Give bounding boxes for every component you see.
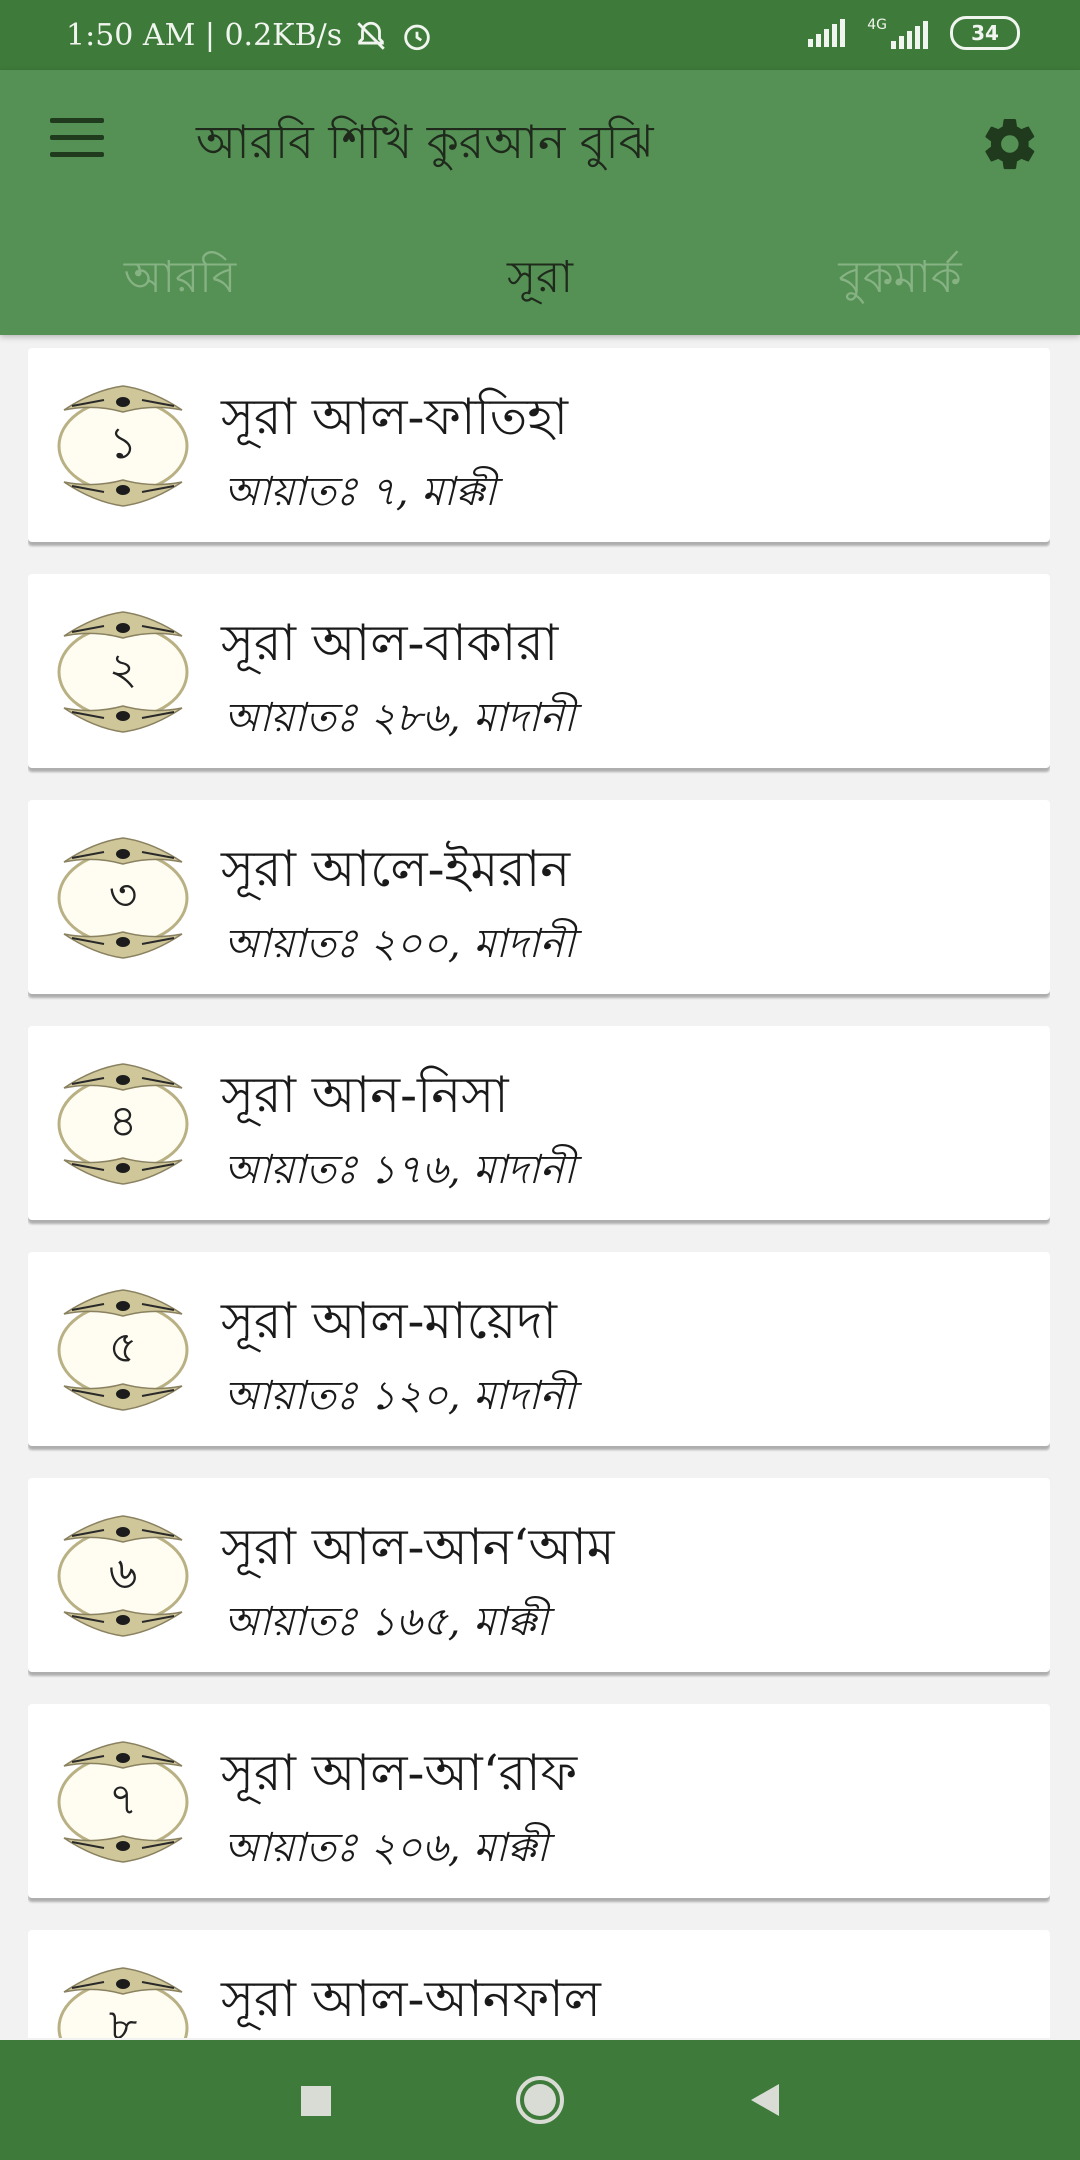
surah-list-item[interactable]: ৬ সূরা আল-আন‘আম আয়াতঃ ১৬৫, মাক্কী (28, 1478, 1050, 1672)
surah-number: ১ (108, 417, 138, 469)
surah-number: ৭ (108, 1773, 138, 1825)
surah-name: সূরা আল-আনফাল (221, 1970, 601, 2028)
surah-name: সূরা আল-ফাতিহা (221, 388, 569, 446)
navigation-bar (0, 2040, 1080, 2160)
surah-info: আয়াতঃ ১২০, মাদানী (224, 1373, 576, 1419)
status-time: 1:50 AM | 0.2KB/s (66, 18, 343, 53)
status-bar: 1:50 AM | 0.2KB/s 4G 34 (0, 0, 1080, 70)
surah-list-item[interactable]: ৪ সূরা আন-নিসা আয়াতঃ ১৭৬, মাদানী (28, 1026, 1050, 1220)
surah-number: ৬ (108, 1547, 138, 1599)
surah-list-item[interactable]: ৮ সূরা আল-আনফাল (28, 1930, 1050, 2038)
gear-icon[interactable] (980, 114, 1040, 174)
cell-signal-icon (891, 21, 928, 49)
surah-name: সূরা আল-আন‘আম (221, 1518, 615, 1576)
surah-list-item[interactable]: ৫ সূরা আল-মায়েদা আয়াতঃ ১২০, মাদানী (28, 1252, 1050, 1446)
tab-surah[interactable]: সূরা (360, 225, 720, 335)
surah-list-item[interactable]: ৩ সূরা আলে-ইমরান আয়াতঃ ২০০, মাদানী (28, 800, 1050, 994)
menu-icon[interactable] (50, 118, 104, 158)
surah-list-item[interactable]: ৭ সূরা আল-আ‘রাফ আয়াতঃ ২০৬, মাক্কী (28, 1704, 1050, 1898)
square-icon[interactable] (285, 2070, 345, 2130)
surah-name: সূরা আল-বাকারা (221, 614, 559, 672)
surah-info: আয়াতঃ ২০৬, মাক্কী (224, 1825, 549, 1871)
surah-number: ২ (108, 643, 138, 695)
tab-arabic[interactable]: আরবি (0, 225, 360, 335)
surah-number: ৩ (108, 869, 138, 921)
surah-list-item[interactable]: ১ সূরা আল-ফাতিহা আয়াতঃ ৭, মাক্কী (28, 348, 1050, 542)
tab-bar: আরবি সূরা বুকমার্ক (0, 225, 1080, 335)
network-type: 4G (867, 17, 887, 33)
triangle-back-icon[interactable] (735, 2070, 795, 2130)
surah-list-item[interactable]: ২ সূরা আল-বাকারা আয়াতঃ ২৮৬, মাদানী (28, 574, 1050, 768)
app-title: আরবি শিখি কুরআন বুঝি (196, 115, 654, 169)
surah-info: আয়াতঃ ১৬৫, মাক্কী (224, 1599, 548, 1645)
surah-number: ৪ (108, 1095, 138, 1147)
surah-number: ৮ (108, 1999, 138, 2039)
wifi-signal-icon (808, 19, 846, 47)
bell-off-icon (357, 21, 385, 50)
surah-info: আয়াতঃ ১৭৬, মাদানী (224, 1147, 576, 1193)
surah-name: সূরা আন-নিসা (221, 1066, 509, 1124)
surah-name: সূরা আলে-ইমরান (221, 840, 571, 898)
surah-name: সূরা আল-আ‘রাফ (221, 1744, 578, 1802)
alarm-icon (404, 24, 430, 50)
tab-bookmark[interactable]: বুকমার্ক (720, 225, 1080, 335)
app-bar: আরবি শিখি কুরআন বুঝি আরবি সূরা বুকমার্ক (0, 70, 1080, 335)
surah-info: আয়াতঃ ২৮৬, মাদানী (224, 695, 576, 741)
surah-name: সূরা আল-মায়েদা (221, 1292, 557, 1350)
surah-info: আয়াতঃ ৭, মাক্কী (224, 469, 497, 515)
surah-number: ৫ (108, 1321, 138, 1373)
circle-icon[interactable] (510, 2070, 570, 2130)
surah-list[interactable]: ১ সূরা আল-ফাতিহা আয়াতঃ ৭, মাক্কী ২ সূরা আল… (28, 348, 1050, 2038)
battery-indicator: 34 (950, 16, 1020, 50)
surah-info: আয়াতঃ ২০০, মাদানী (224, 921, 576, 967)
